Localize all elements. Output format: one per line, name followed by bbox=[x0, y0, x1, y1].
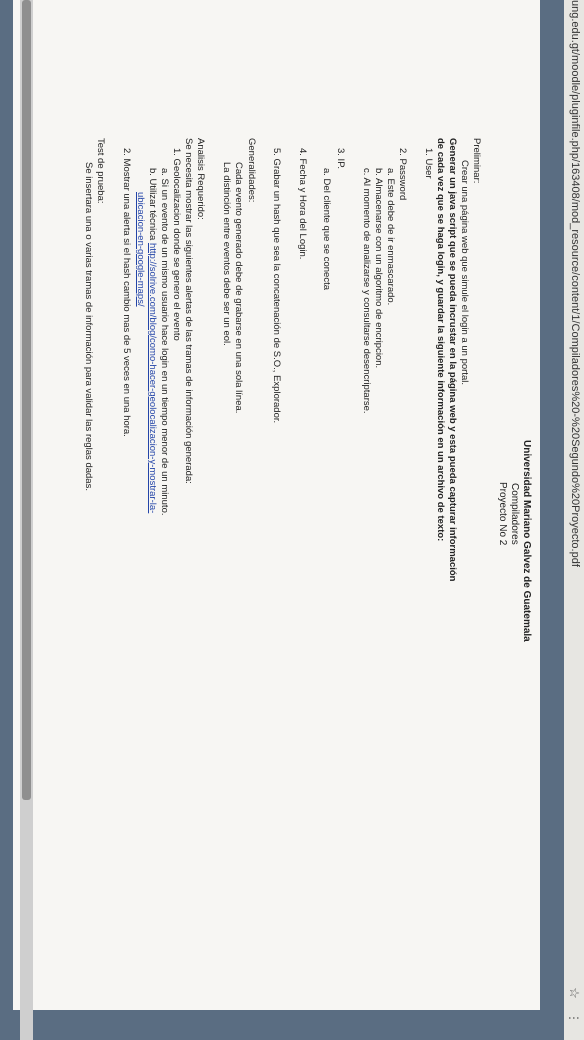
list-item-password: 2. Password bbox=[397, 148, 408, 201]
preliminar-bold-2: de cada vez que se haga login, y guardar… bbox=[435, 138, 446, 542]
preliminar-intro: Crear una página web que simule el login… bbox=[459, 160, 470, 385]
list-item-password-b: b. Almacenarse con un algoritmo de encri… bbox=[373, 168, 384, 369]
analisis-item-1a: a. Si un evento de un mismo usuario hace… bbox=[159, 168, 170, 516]
analisis-intro: Se necesita mostrar las siguientes alert… bbox=[183, 138, 194, 484]
url-text[interactable]: ung.edu.gt/moodle/pluginfile.php/163408/… bbox=[569, 0, 581, 567]
list-item-password-a: a. Este debe de ir enmascarado. bbox=[385, 168, 396, 306]
menu-icon[interactable]: ⋮ bbox=[566, 1010, 582, 1026]
list-item-ip: 3. IP. bbox=[335, 148, 346, 169]
star-icon[interactable]: ☆ bbox=[566, 985, 582, 1001]
pdf-page: Universidad Mariano Galvez de Guatemala … bbox=[13, 0, 540, 1010]
list-item-user: 1. User bbox=[423, 148, 434, 179]
list-item-fecha: 4. Fecha y Hora del Login. bbox=[297, 148, 308, 260]
scrollbar-thumb[interactable] bbox=[22, 0, 31, 800]
university-title: Universidad Mariano Galvez de Guatemala bbox=[521, 440, 532, 642]
generalidades-line-2: La distinción entre eventos debe ser un … bbox=[221, 162, 232, 346]
geolocalizacion-link-cont[interactable]: ubicacion-en-google-maps/ bbox=[134, 192, 146, 307]
preliminar-heading: Preliminar: bbox=[471, 138, 482, 184]
list-item-ip-a: a. Del cliente que se conecta bbox=[321, 168, 332, 290]
address-bar[interactable]: ung.edu.gt/moodle/pluginfile.php/163408/… bbox=[563, 0, 584, 1040]
geolocalizacion-link[interactable]: http://solrive.com/blog/como-hacer-geolo… bbox=[147, 243, 158, 513]
test-heading: Test de prueba: bbox=[95, 138, 106, 204]
generalidades-heading: Generalidades: bbox=[246, 138, 257, 203]
list-item-hash: 5. Grabar un hash que sea la concatenaci… bbox=[271, 148, 282, 424]
analisis-item-2: 2. Mostrar una alerta si el hash cambio … bbox=[121, 148, 132, 437]
analisis-item-1b: b. Utilizar técnica http://solrive.com/b… bbox=[146, 168, 158, 513]
project-title: Proyecto No 2 bbox=[497, 482, 508, 546]
analisis-item-1: 1. Geolocalizacion donde se genero el ev… bbox=[171, 148, 182, 341]
list-item-password-c: c. Al momento de analizarse y consultars… bbox=[361, 168, 372, 414]
browser-window: ung.edu.gt/moodle/pluginfile.php/163408/… bbox=[0, 0, 584, 1040]
preliminar-bold-1: Generar un java script que se pueda incr… bbox=[447, 138, 458, 582]
test-line: Se insertara una o varias tramas de info… bbox=[83, 162, 94, 491]
course-title: Compiladores bbox=[509, 483, 520, 545]
analisis-item-1b-prefix: b. Utilizar técnica bbox=[147, 168, 158, 243]
generalidades-line-1: Cada evento generado debe de grabarse en… bbox=[233, 162, 244, 414]
pdf-viewer: Universidad Mariano Galvez de Guatemala … bbox=[0, 0, 564, 1040]
analisis-heading: Analisis Requerido: bbox=[195, 138, 206, 220]
